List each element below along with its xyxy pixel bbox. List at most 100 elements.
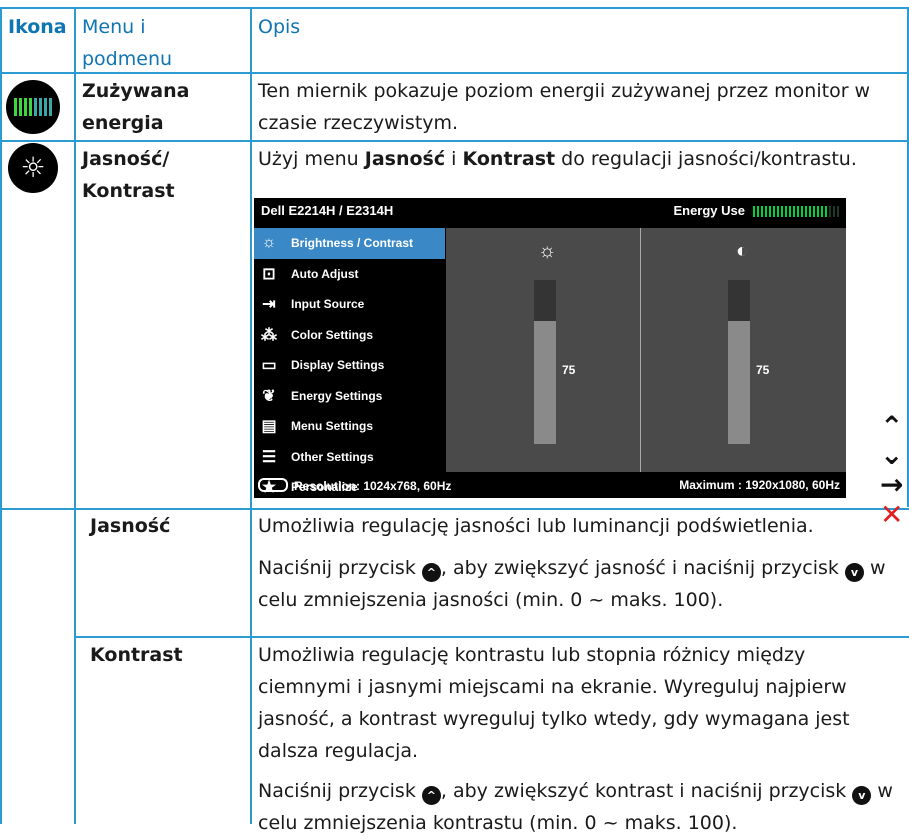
header-menu: Menu i <box>82 16 146 38</box>
osd-menu-label: Input Source <box>291 297 365 312</box>
osd-menu-item[interactable]: ☰ Other Settings <box>254 442 445 473</box>
contrast-desc-line3: jasność, a kontrast wyreguluj tylko wted… <box>258 708 850 730</box>
energy-tick <box>813 206 815 217</box>
osd-menu-label: Color Settings <box>291 327 374 342</box>
contrast-instructions: Naciśnij przycisk ^, aby zwiększyć kontr… <box>258 775 893 807</box>
energy-tick <box>793 206 795 217</box>
osd-menu: ☼ Brightness / Contrast ⊡ Auto Adjust ⇥ Input… <box>254 228 445 496</box>
contrast-range: celu zmniejszenia kontrastu (min. 0 ~ ma… <box>258 812 738 834</box>
brightness-icon: ☼ <box>8 143 58 193</box>
energy-desc: Ten miernik pokazuje poziom energii zuży… <box>258 80 871 102</box>
energy-tick <box>773 206 775 217</box>
energy-tick <box>765 206 767 217</box>
energy-tick <box>805 206 807 217</box>
osd-menu-item[interactable]: ▭ Display Settings <box>254 350 445 381</box>
close-icon[interactable]: ✕ <box>880 498 903 531</box>
energy-tick <box>833 206 835 217</box>
col-border <box>250 7 252 824</box>
col-border <box>74 7 76 824</box>
osd-menu-item[interactable]: ⁂ Color Settings <box>254 320 445 351</box>
contrast-desc-line1: Umożliwia regulację kontrastu lub stopni… <box>258 644 806 666</box>
row-border <box>74 636 909 638</box>
up-button-icon: ^ <box>421 563 441 582</box>
energy-name: Zużywana <box>82 80 190 102</box>
energy-tick <box>797 206 799 217</box>
osd-menu-item[interactable]: ⊡ Auto Adjust <box>254 259 445 290</box>
osd-footer: Resolution: 1024x768, 60Hz Maximum : 192… <box>254 472 846 498</box>
table-top-border <box>0 7 909 9</box>
contrast-value: 75 <box>756 363 770 377</box>
brightness-contrast-name: Jasność/ <box>82 148 170 170</box>
osd-menu-item[interactable]: ⇥ Input Source <box>254 289 445 320</box>
brightness-slider[interactable] <box>534 280 556 444</box>
maximum-resolution: Maximum : 1920x1080, 60Hz <box>679 478 840 492</box>
brightness-name: Jasność <box>90 515 171 537</box>
right-arrow-icon[interactable]: → <box>880 468 903 501</box>
energy-tick <box>821 206 823 217</box>
energy-tick <box>781 206 783 217</box>
energy-tick <box>825 206 827 217</box>
brightness-range: celu zmniejszenia jasności (min. 0 ~ mak… <box>258 589 724 611</box>
energy-tick <box>761 206 763 217</box>
osd-menu-label: Auto Adjust <box>291 266 359 281</box>
energy-tick <box>817 206 819 217</box>
osd-menu-item[interactable]: ▤ Menu Settings <box>254 411 445 442</box>
osd-menu-label: Energy Settings <box>291 388 383 403</box>
energy-meter <box>753 205 841 220</box>
brightness-contrast-desc: Użyj menu Jasność i Kontrast do regulacj… <box>258 148 857 170</box>
osd-screenshot: Dell E2214H / E2314H Energy Use ☼ Brightn… <box>254 198 846 498</box>
contrast-slider[interactable] <box>728 280 750 444</box>
brightness-slider-fill <box>534 321 556 444</box>
energy-tick <box>753 206 755 217</box>
input-source-icon: ⇥ <box>262 296 276 314</box>
display-settings-icon: ▭ <box>261 357 277 375</box>
brightness-desc: Umożliwia regulację jasności lub luminan… <box>258 515 814 537</box>
energy-tick <box>809 206 811 217</box>
energy-tick <box>801 206 803 217</box>
contrast-desc-line2: ciemnymi i jasnymi miejscami na ekranie.… <box>258 676 847 698</box>
energy-tick <box>785 206 787 217</box>
osd-title: Dell E2214H / E2314H <box>261 203 394 218</box>
brightness-icon: ☼ <box>261 234 277 252</box>
osd-menu-label: Menu Settings <box>291 419 374 434</box>
header-icon: Ikona <box>8 16 67 38</box>
osd-menu-item[interactable]: ❦ Energy Settings <box>254 381 445 412</box>
auto-adjust-icon: ⊡ <box>262 265 276 283</box>
contrast-slider-fill <box>728 321 750 444</box>
down-arrow-icon[interactable]: ⌄ <box>880 438 903 471</box>
energy-tick <box>769 206 771 217</box>
osd-menu-label: Brightness / Contrast <box>291 236 414 251</box>
menu-settings-icon: ▤ <box>261 418 277 436</box>
osd-menu-label: Other Settings <box>291 449 374 464</box>
monitor-icon <box>258 478 288 492</box>
brightness-contrast-name-line2: Kontrast <box>82 180 175 202</box>
up-button-icon: ^ <box>421 786 441 805</box>
energy-desc-line2: czasie rzeczywistym. <box>258 112 459 134</box>
osd-energy-use: Energy Use <box>673 203 841 220</box>
energy-tick <box>777 206 779 217</box>
energy-tick <box>829 206 831 217</box>
contrast-name: Kontrast <box>90 644 183 666</box>
osd-menu-item[interactable]: ☼ Brightness / Contrast <box>254 228 445 259</box>
row-border <box>0 140 909 142</box>
brightness-icon: ☼ <box>538 240 557 262</box>
energy-name-line2: energia <box>82 112 164 134</box>
header-menu-line2: podmenu <box>82 48 173 70</box>
down-button-icon: v <box>844 563 864 582</box>
other-settings-icon: ☰ <box>261 448 277 466</box>
panel-divider <box>640 228 641 472</box>
resolution-info: Resolution: 1024x768, 60Hz <box>258 478 451 493</box>
energy-tick <box>837 206 839 217</box>
header-description: Opis <box>258 16 301 38</box>
osd-panel: ☼ ◐ 75 75 <box>446 228 846 472</box>
color-settings-icon: ⁂ <box>261 326 277 344</box>
brightness-value: 75 <box>562 363 576 377</box>
energy-settings-icon: ❦ <box>262 387 276 405</box>
osd-menu-label: Display Settings <box>291 358 385 373</box>
contrast-desc-line4: dalsza regulacja. <box>258 740 419 762</box>
energy-tick <box>789 206 791 217</box>
energy-tick <box>757 206 759 217</box>
contrast-icon: ◐ <box>736 240 749 262</box>
table-left-border <box>0 7 2 824</box>
down-button-icon: v <box>852 786 872 805</box>
